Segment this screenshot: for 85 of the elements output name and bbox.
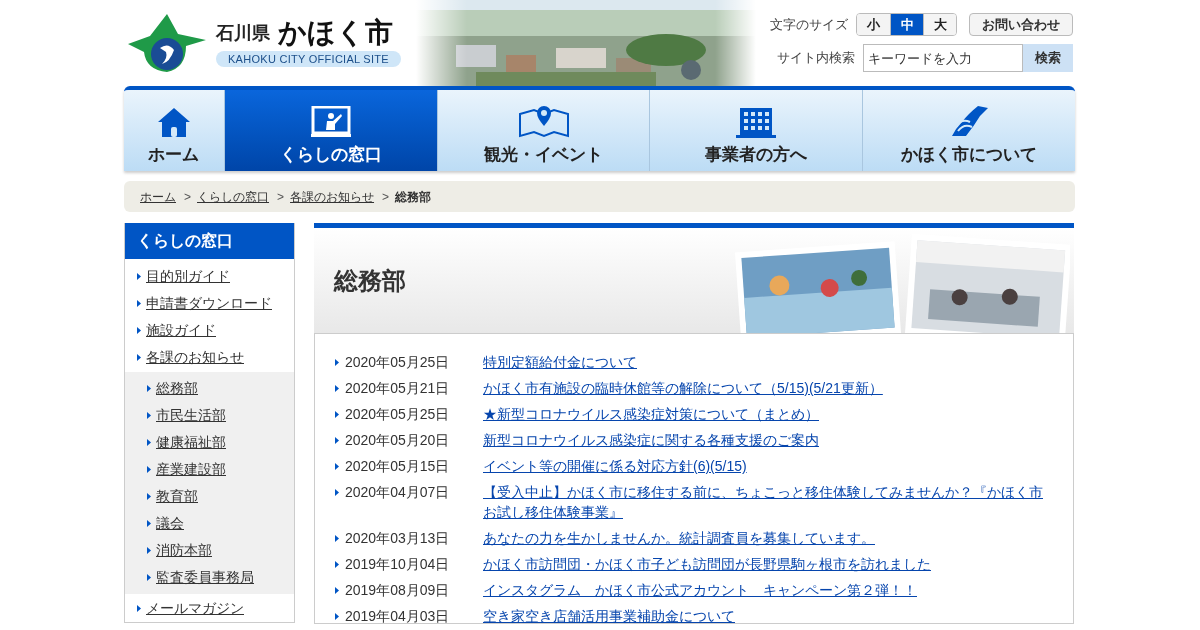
sidebar-link[interactable]: 健康福祉部 bbox=[156, 432, 226, 453]
nav-tab[interactable]: 事業者の方へ bbox=[649, 90, 863, 171]
news-date: 2020年03月13日 bbox=[345, 528, 450, 548]
bullet-arrow-icon bbox=[137, 300, 141, 307]
bullet-arrow-icon bbox=[147, 547, 151, 554]
news-link[interactable]: インスタグラム かほく市公式アカウント キャンペーン第２弾！！ bbox=[483, 580, 1048, 600]
news-date: 2019年04月03日 bbox=[345, 606, 450, 623]
news-link[interactable]: 特別定額給付金について bbox=[483, 352, 1048, 372]
bullet-arrow-icon bbox=[335, 462, 339, 470]
sidebar-link[interactable]: 消防本部 bbox=[156, 540, 212, 561]
bullet-arrow-icon bbox=[147, 385, 151, 392]
bullet-arrow-icon bbox=[335, 410, 339, 418]
nav-tab[interactable]: くらしの窓口 bbox=[223, 90, 437, 171]
font-size-button[interactable]: 小 bbox=[857, 14, 890, 35]
bullet-arrow-icon bbox=[137, 354, 141, 361]
bullet-arrow-icon bbox=[335, 358, 339, 366]
nav-tab[interactable]: 観光・イベント bbox=[436, 90, 650, 171]
news-link[interactable]: 空き家空き店舗活用事業補助金について bbox=[483, 606, 1048, 623]
breadcrumb-separator: > bbox=[382, 188, 390, 206]
map-pin-icon bbox=[517, 104, 570, 138]
bullet-arrow-icon bbox=[147, 493, 151, 500]
sidebar-title: くらしの窓口 bbox=[125, 223, 294, 259]
news-link[interactable]: あなたの力を生かしませんか。統計調査員を募集しています。 bbox=[483, 528, 1048, 548]
bullet-arrow-icon bbox=[147, 520, 151, 527]
sidebar-link[interactable]: 教育部 bbox=[156, 486, 198, 507]
bullet-arrow-icon bbox=[137, 605, 141, 612]
bullet-arrow-icon bbox=[147, 439, 151, 446]
news-date: 2020年04月07日 bbox=[345, 482, 450, 502]
sidebar-link[interactable]: 目的別ガイド bbox=[146, 266, 230, 287]
sidebar-link[interactable]: メールマガジン bbox=[146, 598, 244, 619]
breadcrumb-link[interactable]: ホーム bbox=[140, 187, 176, 206]
bullet-arrow-icon bbox=[335, 436, 339, 444]
sidebar-link[interactable]: 施設ガイド bbox=[146, 320, 216, 341]
page-title: 総務部 bbox=[334, 265, 406, 296]
breadcrumb-separator: > bbox=[184, 188, 191, 206]
news-date: 2019年10月04日 bbox=[345, 554, 450, 574]
bullet-arrow-icon bbox=[147, 412, 151, 419]
news-link[interactable]: 【受入中止】かほく市に移住する前に、ちょこっと移住体験してみませんか？『かほく市お試し移住体験事業』 bbox=[483, 482, 1048, 522]
bullet-arrow-icon bbox=[335, 488, 339, 496]
breadcrumb-link[interactable]: 各課のお知らせ bbox=[290, 187, 375, 206]
search-field[interactable]: キーワードを入力 bbox=[863, 44, 1023, 72]
sidebar-link[interactable]: 市民生活部 bbox=[156, 405, 226, 426]
breadcrumb-separator: > bbox=[277, 188, 285, 206]
bullet-arrow-icon bbox=[335, 612, 339, 620]
news-date: 2019年08月09日 bbox=[345, 580, 450, 600]
news-date: 2020年05月21日 bbox=[345, 378, 450, 398]
sidebar-link[interactable]: 総務部 bbox=[156, 378, 198, 399]
news-link[interactable]: イベント等の開催に係る対応方針(6)(5/15) bbox=[483, 456, 1048, 476]
home-icon bbox=[156, 106, 191, 138]
current-page-label: 総務部 bbox=[395, 188, 432, 206]
bullet-arrow-icon bbox=[147, 574, 151, 581]
bullet-arrow-icon bbox=[335, 560, 339, 568]
bullet-arrow-icon bbox=[335, 586, 339, 594]
search-button[interactable]: 検索 bbox=[1023, 44, 1073, 72]
news-link[interactable]: 新型コロナウイルス感染症に関する各種支援のご案内 bbox=[483, 430, 1048, 450]
font-size-button[interactable]: 中 bbox=[890, 14, 923, 35]
nav-tab[interactable]: かほく市について bbox=[862, 90, 1075, 171]
whiteboard-icon bbox=[310, 106, 351, 138]
contact-button[interactable]: お問い合わせ bbox=[969, 13, 1073, 36]
news-date: 2020年05月20日 bbox=[345, 430, 450, 450]
sidebar-link[interactable]: 産業建設部 bbox=[156, 459, 226, 480]
building-icon bbox=[735, 106, 778, 138]
font-size-label: 文字のサイズ bbox=[770, 15, 848, 34]
bullet-arrow-icon bbox=[335, 534, 339, 542]
sidebar-link[interactable]: 監査委員事務局 bbox=[156, 567, 254, 588]
news-date: 2020年05月25日 bbox=[345, 404, 450, 424]
bullet-arrow-icon bbox=[335, 384, 339, 392]
news-link[interactable]: ★新型コロナウイルス感染症対策について（まとめ） bbox=[483, 404, 1048, 424]
news-link[interactable]: かほく市訪問団・かほく市子ども訪問団が長野県駒ヶ根市を訪れました bbox=[483, 554, 1048, 574]
news-date: 2020年05月15日 bbox=[345, 456, 450, 476]
news-link[interactable]: かほく市有施設の臨時休館等の解除について（5/15)(5/21更新） bbox=[483, 378, 1048, 398]
nav-tab[interactable]: ホーム bbox=[124, 90, 224, 171]
font-size-button[interactable]: 大 bbox=[923, 14, 956, 35]
breadcrumb-link[interactable]: くらしの窓口 bbox=[197, 187, 269, 206]
bullet-arrow-icon bbox=[137, 273, 141, 280]
city-name: かほく市 bbox=[278, 18, 393, 47]
sidebar-link[interactable]: 各課のお知らせ bbox=[146, 347, 244, 368]
bullet-arrow-icon bbox=[137, 327, 141, 334]
site-subtitle: KAHOKU CITY OFFICIAL SITE bbox=[216, 50, 401, 68]
news-date: 2020年05月25日 bbox=[345, 352, 450, 372]
sidebar-link[interactable]: 議会 bbox=[156, 513, 184, 534]
prefecture-name: 石川県 bbox=[216, 21, 270, 45]
bullet-arrow-icon bbox=[147, 466, 151, 473]
search-label: サイト内検索 bbox=[777, 49, 855, 68]
sidebar-link[interactable]: 申請書ダウンロード bbox=[146, 293, 272, 314]
